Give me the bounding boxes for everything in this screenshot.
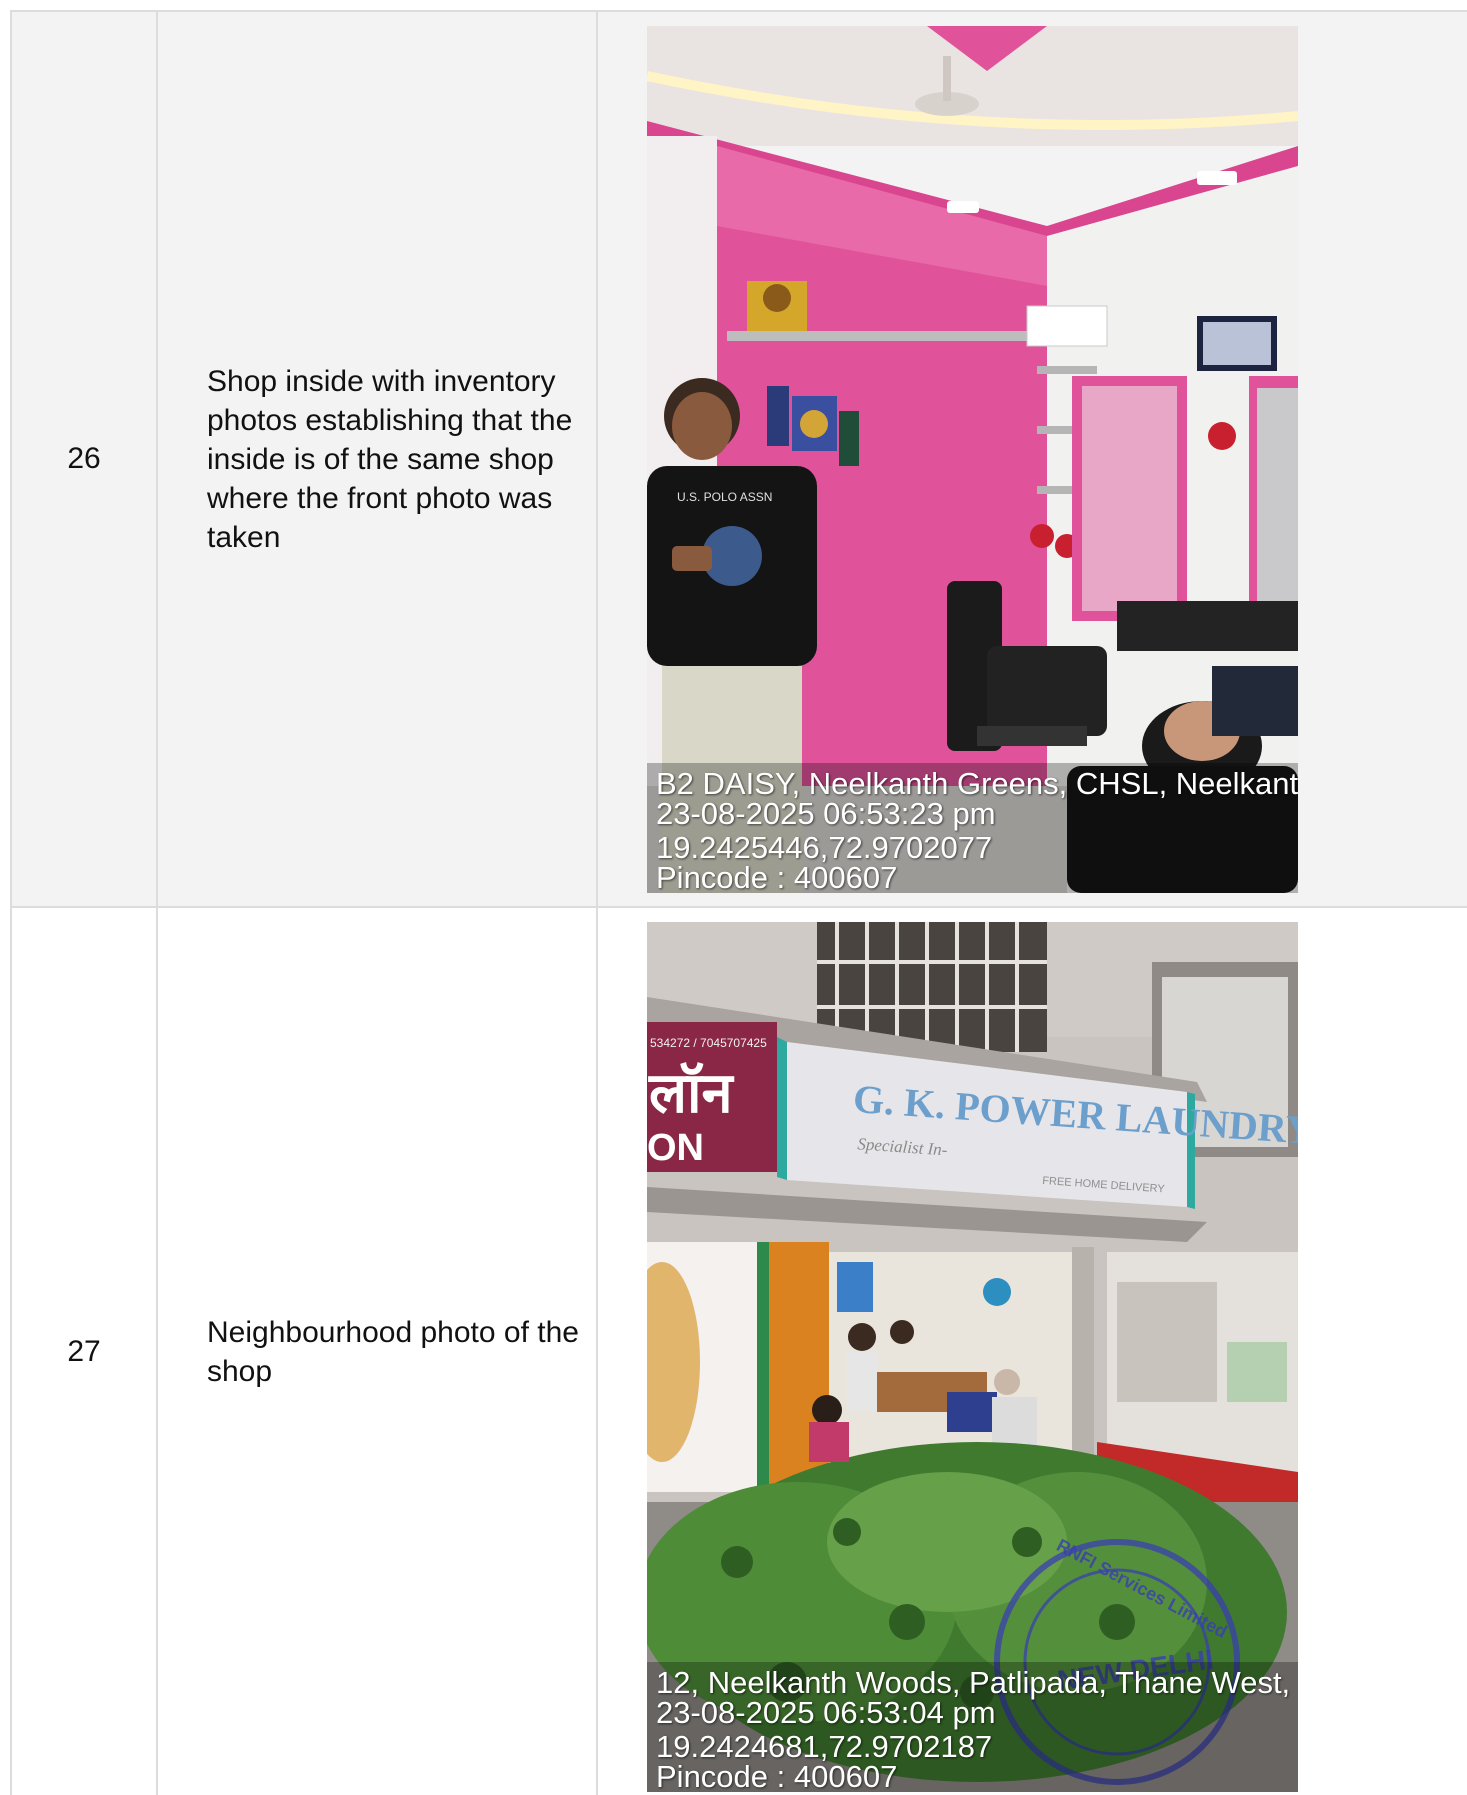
left-sign-devanagari: लॉन: [648, 1061, 734, 1126]
row-number-text: 27: [67, 1334, 101, 1368]
row-description: Shop inside with inventory photos establ…: [158, 12, 598, 906]
stamp-coordinates: 19.2425446,72.9702077: [656, 830, 993, 865]
row-description-text: Neighbourhood photo of the shop: [207, 1315, 579, 1388]
stamp-coordinates: 19.2424681,72.9702187: [656, 1729, 993, 1764]
row-description: Neighbourhood photo of the shop: [158, 908, 598, 1795]
stamp-pincode: Pincode : 400607: [656, 860, 898, 893]
row-photo-cell: U.S. POLO ASSN B2 DAISY, Neelkanth Green…: [598, 12, 1467, 906]
table-row: 26 Shop inside with inventory photos est…: [12, 12, 1467, 908]
row-description-text: Shop inside with inventory photos establ…: [207, 364, 573, 554]
stamp-pincode: Pincode : 400607: [656, 1759, 898, 1792]
row-number-text: 26: [67, 442, 101, 475]
row-number: 27: [12, 908, 158, 1795]
stamp-address: 12, Neelkanth Woods, Patlipada, Thane We…: [656, 1665, 1291, 1700]
photo-evidence-table: 26 Shop inside with inventory photos est…: [10, 10, 1467, 1795]
geo-stamp: B2 DAISY, Neelkanth Greens, CHSL, Neelka…: [647, 763, 1298, 893]
row-number: 26: [12, 12, 158, 906]
left-sign-latin: ON: [647, 1127, 704, 1169]
left-sign-phone: 534272 / 7045707425: [650, 1036, 767, 1050]
stamp-address: B2 DAISY, Neelkanth Greens, CHSL, Neelka…: [656, 766, 1298, 801]
tshirt-text: U.S. POLO ASSN: [677, 490, 772, 504]
stamp-datetime: 23-08-2025 06:53:04 pm: [656, 1695, 996, 1730]
geo-stamp: 12, Neelkanth Woods, Patlipada, Thane We…: [647, 1662, 1298, 1792]
row-photo-cell: 534272 / 7045707425 लॉन ON G. K. POWER L…: [598, 908, 1467, 1795]
shop-exterior-photo[interactable]: 534272 / 7045707425 लॉन ON G. K. POWER L…: [647, 922, 1298, 1792]
stamp-datetime: 23-08-2025 06:53:23 pm: [656, 796, 996, 831]
salon-interior-photo[interactable]: U.S. POLO ASSN B2 DAISY, Neelkanth Green…: [647, 26, 1298, 893]
table-row: 27 Neighbourhood photo of the shop 53427…: [12, 908, 1467, 1795]
